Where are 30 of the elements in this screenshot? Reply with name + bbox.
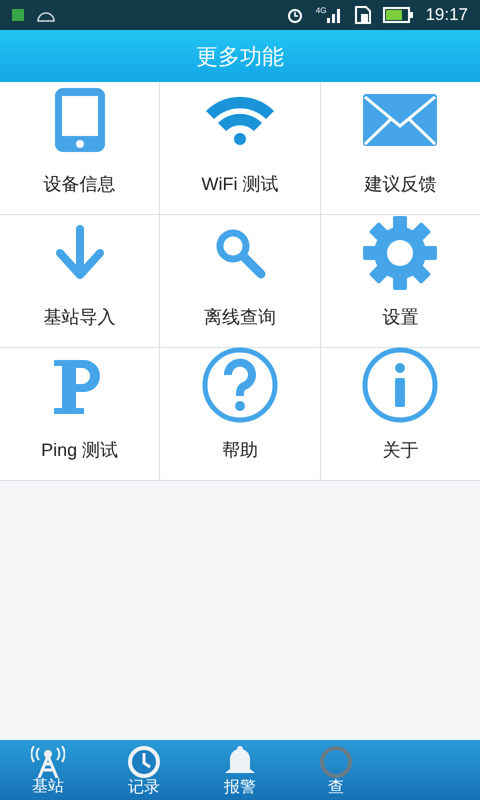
feature-tile[interactable]: 设置 (320, 215, 480, 347)
clock-icon (127, 744, 161, 778)
sim-card-icon (355, 6, 372, 24)
network-label: 4G (316, 7, 326, 15)
status-time: 19:17 (425, 4, 468, 26)
feature-tile[interactable]: 设备信息 (0, 82, 160, 214)
alarm-icon (286, 6, 304, 24)
feature-tile[interactable]: 帮助 (160, 348, 320, 480)
phone-icon (54, 88, 105, 152)
feature-tile[interactable]: 建议反馈 (320, 82, 480, 214)
battery-icon (383, 7, 414, 23)
notification-icon (12, 9, 24, 21)
ring-icon (319, 744, 353, 778)
page-title: 更多功能 (196, 42, 284, 70)
wifi-icon (204, 94, 276, 144)
tab-button[interactable]: 查 (288, 740, 384, 800)
tab-button[interactable]: 记录 (96, 740, 192, 800)
antenna-tower-icon (31, 746, 65, 778)
feature-tile[interactable]: 关于 (320, 348, 480, 480)
info-icon (362, 347, 438, 423)
arrow-down-icon (56, 224, 104, 280)
question-icon (202, 347, 278, 423)
feature-tile[interactable]: WiFi 测试 (160, 82, 320, 214)
feature-tile[interactable]: 离线查询 (160, 215, 320, 347)
tab-button[interactable]: 报警 (192, 740, 288, 800)
envelope-icon (363, 94, 438, 146)
feature-tile[interactable]: Ping 测试 (0, 348, 160, 480)
feature-tile[interactable]: 基站导入 (0, 215, 160, 347)
settings-icon (363, 216, 438, 290)
tab-button[interactable]: 基站 (0, 740, 96, 800)
